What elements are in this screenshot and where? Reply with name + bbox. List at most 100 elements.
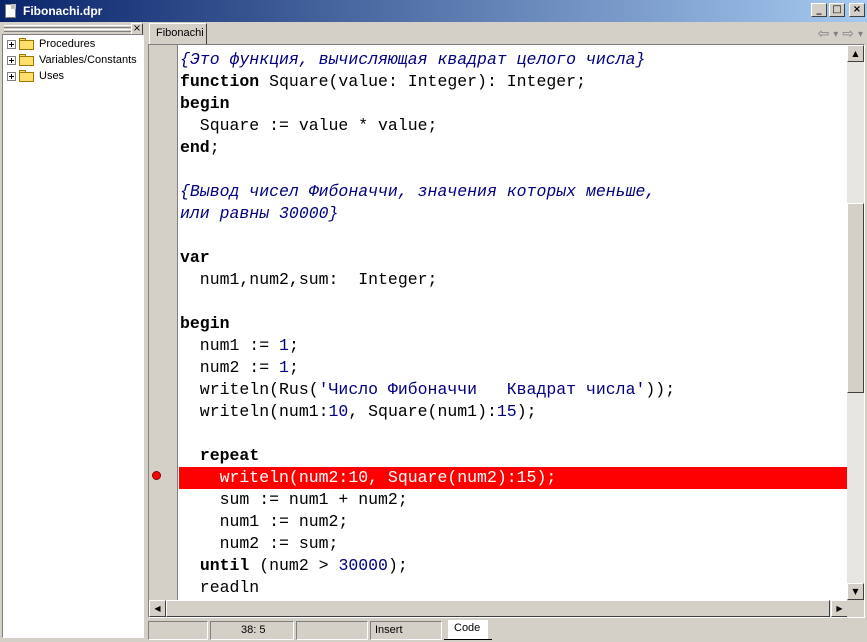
code-line[interactable]: num1,num2,sum: Integer;: [179, 269, 847, 291]
folder-icon: [19, 38, 35, 50]
editor-gutter[interactable]: [149, 45, 178, 600]
tree-node-procedures[interactable]: Procedures: [7, 36, 95, 52]
code-line[interactable]: num2 := 1;: [179, 357, 847, 379]
tab-fibonachi[interactable]: Fibonachi: [149, 23, 207, 45]
scroll-up-button[interactable]: ▲: [847, 45, 864, 62]
code-line[interactable]: until (num2 > 30000);: [179, 555, 847, 577]
code-line[interactable]: writeln(num1:10, Square(num1):15);: [179, 401, 847, 423]
cursor-position: 38: 5: [210, 621, 294, 640]
expand-plus-icon[interactable]: [7, 71, 16, 81]
code-token: var: [180, 248, 210, 267]
horizontal-scroll-thumb[interactable]: [166, 600, 830, 617]
code-line[interactable]: num1 := num2;: [179, 511, 847, 533]
code-token: num1 := num2;: [180, 512, 349, 531]
code-line[interactable]: [179, 423, 847, 445]
vertical-scrollbar[interactable]: ▲ ▼: [847, 45, 864, 600]
code-explorer-tree[interactable]: Procedures Variables/Constants Uses: [2, 34, 144, 638]
forward-arrow-icon[interactable]: ⇨: [842, 26, 854, 42]
code-line[interactable]: begin: [179, 313, 847, 335]
code-token: (num2 >: [249, 556, 339, 575]
title-bar: Fibonachi.dpr _ □ ×: [0, 0, 867, 22]
code-token: , Square(num1):: [348, 402, 497, 421]
code-token: ));: [645, 380, 676, 399]
code-token: 1: [279, 336, 289, 355]
code-line[interactable]: sum := num1 + num2;: [179, 489, 847, 511]
code-editor[interactable]: {Это функция, вычисляющая квадрат целого…: [148, 44, 865, 618]
code-token: 15: [496, 402, 517, 421]
code-line[interactable]: repeat: [179, 445, 847, 467]
folder-icon: [19, 54, 35, 66]
scroll-right-button[interactable]: ▶: [831, 600, 848, 617]
code-line[interactable]: end;: [179, 137, 847, 159]
code-line[interactable]: var: [179, 247, 847, 269]
expand-plus-icon[interactable]: [7, 55, 16, 65]
scroll-down-button[interactable]: ▼: [847, 583, 864, 600]
code-token: writeln(num1:: [180, 402, 329, 421]
code-line[interactable]: {Вывод чисел Фибоначчи, значения которых…: [179, 181, 847, 203]
code-text-area[interactable]: {Это функция, вычисляющая квадрат целого…: [179, 49, 847, 599]
code-line[interactable]: [179, 291, 847, 313]
tree-node-label: Variables/Constants: [39, 54, 137, 66]
vertical-scroll-thumb[interactable]: [847, 203, 864, 393]
tree-node-variables-constants[interactable]: Variables/Constants: [7, 52, 137, 68]
code-token: end: [180, 138, 210, 157]
code-line[interactable]: Square := value * value;: [179, 115, 847, 137]
code-token: ;: [288, 358, 299, 377]
code-token: 1: [279, 358, 289, 377]
status-cell-modified: [296, 621, 368, 640]
code-token: или равны 30000}: [180, 204, 339, 223]
code-line[interactable]: {Это функция, вычисляющая квадрат целого…: [179, 49, 847, 71]
code-token: begin: [180, 94, 230, 113]
close-button[interactable]: ×: [849, 3, 865, 17]
window-controls: _ □ ×: [811, 3, 865, 17]
maximize-button[interactable]: □: [829, 3, 845, 17]
code-line[interactable]: num1 := 1;: [179, 335, 847, 357]
panel-grip[interactable]: [4, 29, 132, 32]
code-token: readln: [180, 578, 260, 597]
code-token: repeat: [199, 446, 260, 465]
scroll-left-button[interactable]: ◀: [149, 600, 166, 617]
code-line[interactable]: begin: [179, 93, 847, 115]
status-bar: 38: 5 Insert Code: [146, 620, 867, 642]
editor-tab-bar: Fibonachi ⇦ ▾ ⇨ ▾: [146, 22, 867, 45]
code-token: 'Число Фибоначчи Квадрат числа': [318, 380, 646, 399]
code-token: begin: [180, 314, 230, 333]
horizontal-scrollbar[interactable]: ◀ ▶: [149, 600, 848, 617]
back-arrow-icon[interactable]: ⇦: [817, 26, 829, 42]
tree-node-uses[interactable]: Uses: [7, 68, 64, 84]
panel-grip[interactable]: [4, 25, 132, 28]
expand-plus-icon[interactable]: [7, 39, 16, 49]
code-line[interactable]: [179, 159, 847, 181]
code-line[interactable]: function Square(value: Integer): Integer…: [179, 71, 847, 93]
code-token: ;: [288, 336, 299, 355]
code-line[interactable]: readln: [179, 577, 847, 599]
window-title: Fibonachi.dpr: [23, 4, 103, 18]
code-token: num1 :=: [180, 336, 280, 355]
chevron-down-icon[interactable]: ▾: [858, 29, 863, 42]
code-line[interactable]: [179, 225, 847, 247]
minimize-button[interactable]: _: [811, 3, 827, 17]
code-token: {Вывод чисел Фибоначчи, значения которых…: [180, 182, 656, 201]
highlighted-code-line[interactable]: writeln(num2:10, Square(num2):15);: [179, 467, 847, 489]
code-token: Square(value: Integer): Integer;: [259, 72, 586, 91]
code-line[interactable]: или равны 30000}: [179, 203, 847, 225]
tree-node-label: Uses: [39, 70, 65, 82]
tab-code[interactable]: Code: [448, 620, 488, 639]
code-token: sum := num1 + num2;: [180, 490, 408, 509]
chevron-down-icon[interactable]: ▾: [833, 29, 838, 42]
code-token: until: [199, 556, 250, 575]
code-token: num1,num2,sum: Integer;: [180, 270, 438, 289]
breakpoint-icon[interactable]: [152, 471, 161, 480]
code-line[interactable]: num2 := sum;: [179, 533, 847, 555]
code-token: function: [180, 72, 260, 91]
scrollbar-corner: [847, 600, 864, 617]
document-icon: [3, 3, 19, 19]
code-line[interactable]: writeln(Rus('Число Фибоначчи Квадрат чис…: [179, 379, 847, 401]
code-token: num2 :=: [180, 358, 280, 377]
code-token: );: [387, 556, 408, 575]
code-token: );: [516, 402, 537, 421]
status-cell-empty: [148, 621, 208, 640]
tree-node-label: Procedures: [39, 38, 96, 50]
